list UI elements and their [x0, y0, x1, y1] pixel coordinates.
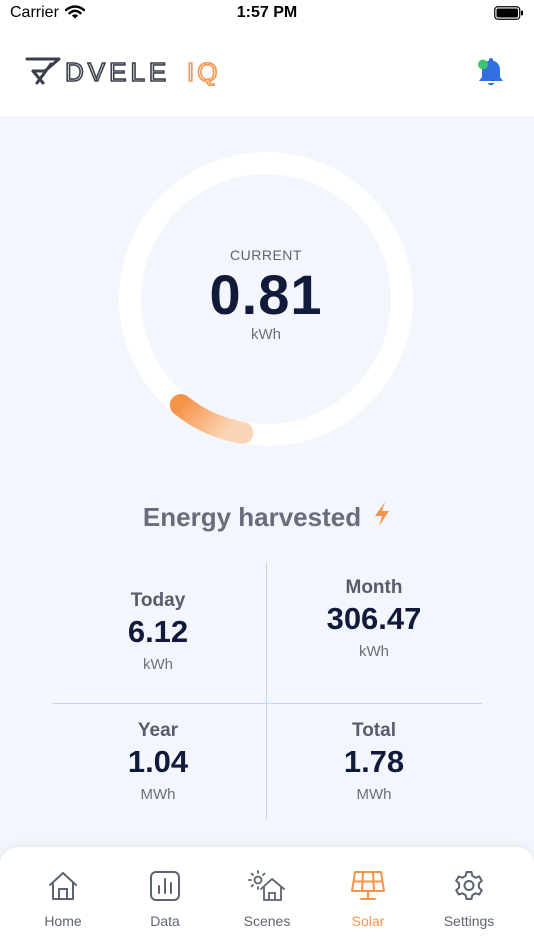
tab-scenes[interactable]: Scenes — [222, 869, 312, 929]
stat-label: Today — [130, 590, 186, 611]
stat-total: Total 1.78 MWh — [274, 720, 474, 803]
stat-value: 6.12 — [127, 614, 189, 649]
app-header: DVELE IQ — [0, 30, 534, 116]
battery-icon — [494, 6, 524, 25]
stat-value: 1.78 — [343, 744, 405, 779]
tab-data[interactable]: Data — [120, 869, 210, 929]
tab-label: Home — [44, 913, 82, 929]
stat-label: Total — [352, 720, 396, 741]
chart-icon — [150, 871, 180, 901]
bottom-tab-bar: Home Data Scenes Solar Settings — [0, 847, 534, 950]
dvele-logo-icon — [25, 57, 61, 85]
current-unit: kWh — [251, 326, 281, 343]
stat-value: 1.04 — [127, 744, 189, 779]
stat-today: Today 6.12 kWh — [58, 590, 258, 673]
tab-settings[interactable]: Settings — [424, 869, 514, 929]
stat-unit: MWh — [140, 786, 176, 803]
tab-solar[interactable]: Solar — [323, 869, 413, 929]
stat-value: 306.47 — [326, 601, 422, 636]
stat-unit: kWh — [143, 656, 173, 673]
dvele-iq-logo: DVELE IQ — [25, 56, 225, 91]
stat-label: Year — [137, 720, 179, 741]
solar-panel-icon — [351, 871, 385, 900]
gauge-fill — [169, 394, 254, 444]
stat-month: Month 306.47 kWh — [274, 577, 474, 660]
gauge-caption: CURRENT — [230, 247, 302, 263]
home-icon — [49, 872, 77, 900]
gear-icon — [455, 871, 483, 900]
section-title-text: Energy harvested — [142, 502, 362, 532]
tab-label: Data — [150, 913, 180, 929]
logo-wordmark: DVELE — [65, 57, 170, 86]
tab-label: Solar — [351, 913, 385, 929]
scenes-icon — [248, 870, 285, 901]
lightning-icon — [373, 501, 391, 534]
notification-bell-button[interactable] — [474, 55, 508, 94]
bell-icon — [478, 58, 503, 86]
energy-harvested-title: Energy harvested — [0, 501, 534, 534]
stat-label: Month — [345, 577, 403, 598]
status-bar: Carrier 1:57 PM — [0, 0, 534, 30]
stat-unit: kWh — [359, 643, 389, 660]
current-value: 0.81 — [209, 263, 323, 326]
stat-year: Year 1.04 MWh — [58, 720, 258, 803]
logo-suffix: IQ — [187, 57, 220, 86]
tab-label: Scenes — [243, 913, 291, 929]
notification-dot — [478, 59, 488, 70]
tab-label: Settings — [443, 913, 495, 929]
solar-content: CURRENT 0.81 kWh Energy harvested Today … — [0, 116, 534, 950]
tab-home[interactable]: Home — [18, 869, 108, 929]
clock: 1:57 PM — [236, 4, 298, 21]
grid-divider-horizontal — [52, 703, 482, 704]
grid-divider-vertical — [266, 562, 267, 820]
stat-unit: MWh — [356, 786, 392, 803]
